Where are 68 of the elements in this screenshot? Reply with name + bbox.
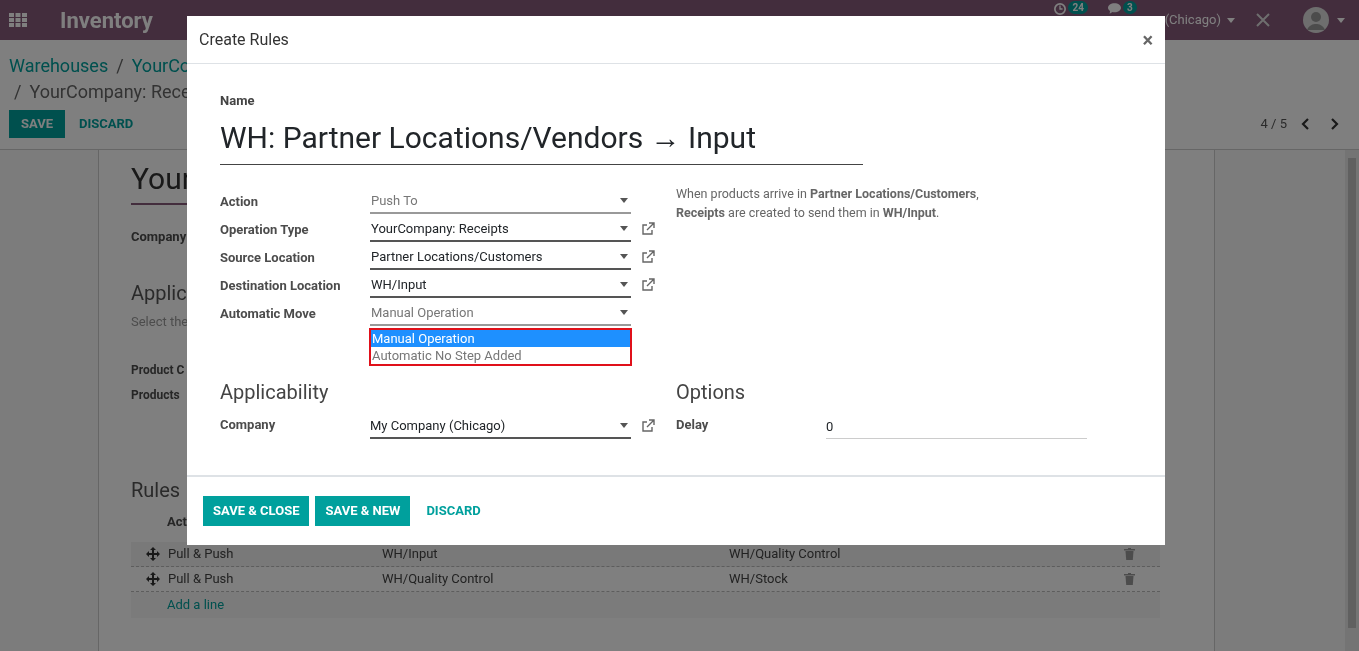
- dialog-button[interactable]: SAVE & NEW: [315, 496, 411, 526]
- select-field[interactable]: Push To: [370, 189, 631, 214]
- move-handle-icon[interactable]: [146, 547, 160, 561]
- external-link-icon[interactable]: [641, 249, 655, 264]
- field-label: Company: [220, 415, 277, 434]
- field-label: Product C: [131, 363, 185, 378]
- breadcrumb-separator: /: [116, 54, 124, 78]
- scrollbar[interactable]: [1345, 150, 1359, 651]
- company-switcher[interactable]: (Chicago): [1164, 10, 1235, 30]
- move-handle-icon[interactable]: [146, 572, 160, 586]
- field-label: Products: [131, 388, 180, 403]
- dropdown-field[interactable]: Partner Locations/Customers: [370, 245, 631, 270]
- column-header: Act: [167, 513, 187, 531]
- external-link-icon[interactable]: [641, 221, 655, 236]
- section-title: Rules: [131, 477, 181, 504]
- table-cell-text: Pull & Push: [168, 570, 235, 589]
- next-icon[interactable]: [1330, 117, 1339, 130]
- table-cell-text: WH/Quality Control: [382, 570, 495, 589]
- dropdown-field[interactable]: WH/Input: [370, 273, 631, 298]
- badge-count: 3: [1122, 1, 1137, 14]
- field-label: Name: [220, 92, 256, 110]
- field-label: Company: [131, 228, 187, 246]
- table-cell-text: WH/Quality Control: [729, 545, 842, 564]
- field-label: Action: [220, 192, 259, 211]
- avatar-icon[interactable]: [1303, 7, 1329, 33]
- select-field[interactable]: Manual Operation: [370, 301, 631, 326]
- apps-menu-icon[interactable]: [8, 12, 28, 28]
- previous-icon[interactable]: [1301, 117, 1310, 130]
- field-label: Destination Location: [220, 276, 342, 295]
- table-cell-text: WH/Stock: [729, 570, 789, 589]
- dropdown-option[interactable]: Automatic No Step Added: [371, 346, 630, 364]
- caret-icon: [1227, 17, 1235, 23]
- section-title: Applic: [131, 280, 187, 307]
- chat-icon[interactable]: [1107, 3, 1121, 14]
- delay-field[interactable]: 0: [826, 414, 1087, 439]
- delete-icon[interactable]: [1124, 573, 1135, 585]
- pager-count: 4 / 5: [1260, 115, 1287, 133]
- caret-icon: [620, 310, 628, 315]
- caret-icon: [620, 254, 628, 259]
- field-label: Operation Type: [220, 220, 310, 239]
- caret-icon: [620, 226, 628, 231]
- dialog-button[interactable]: DISCARD: [416, 496, 491, 526]
- help-text: When products arrive in Partner Locations/Customers, Receipts are created to send them in WH/Input.: [676, 184, 980, 222]
- app-title: Inventory: [60, 6, 153, 35]
- section-title: Options: [676, 378, 746, 406]
- caret-icon[interactable]: [1337, 17, 1345, 23]
- external-link-icon[interactable]: [641, 277, 655, 292]
- clock-icon[interactable]: [1054, 3, 1067, 15]
- field-label: Automatic Move: [220, 304, 317, 323]
- dropdown-field[interactable]: YourCompany: Receipts: [370, 217, 631, 242]
- breadcrumb-separator: /: [14, 80, 22, 104]
- dropdown-field[interactable]: My Company (Chicago): [370, 414, 631, 439]
- close-button[interactable]: ×: [1142, 29, 1153, 50]
- caret-icon: [620, 423, 628, 428]
- dropdown-option[interactable]: Manual Operation: [371, 329, 630, 347]
- caret-icon: [620, 282, 628, 287]
- name-field[interactable]: WH: Partner Locations/Vendors → Input: [220, 114, 863, 165]
- badge-count: 24: [1068, 1, 1088, 14]
- section-title: Applicability: [220, 378, 329, 406]
- table-cell-text: WH/Input: [382, 545, 439, 564]
- delete-icon[interactable]: [1124, 548, 1135, 560]
- dialog-title: Create Rules: [199, 28, 289, 51]
- external-link-icon[interactable]: [641, 418, 655, 433]
- dialog-button[interactable]: SAVE & CLOSE: [203, 496, 310, 526]
- caret-icon: [620, 198, 628, 203]
- field-label: Delay: [676, 415, 710, 434]
- table-cell-text: Pull & Push: [168, 545, 235, 564]
- field-label: Source Location: [220, 248, 316, 267]
